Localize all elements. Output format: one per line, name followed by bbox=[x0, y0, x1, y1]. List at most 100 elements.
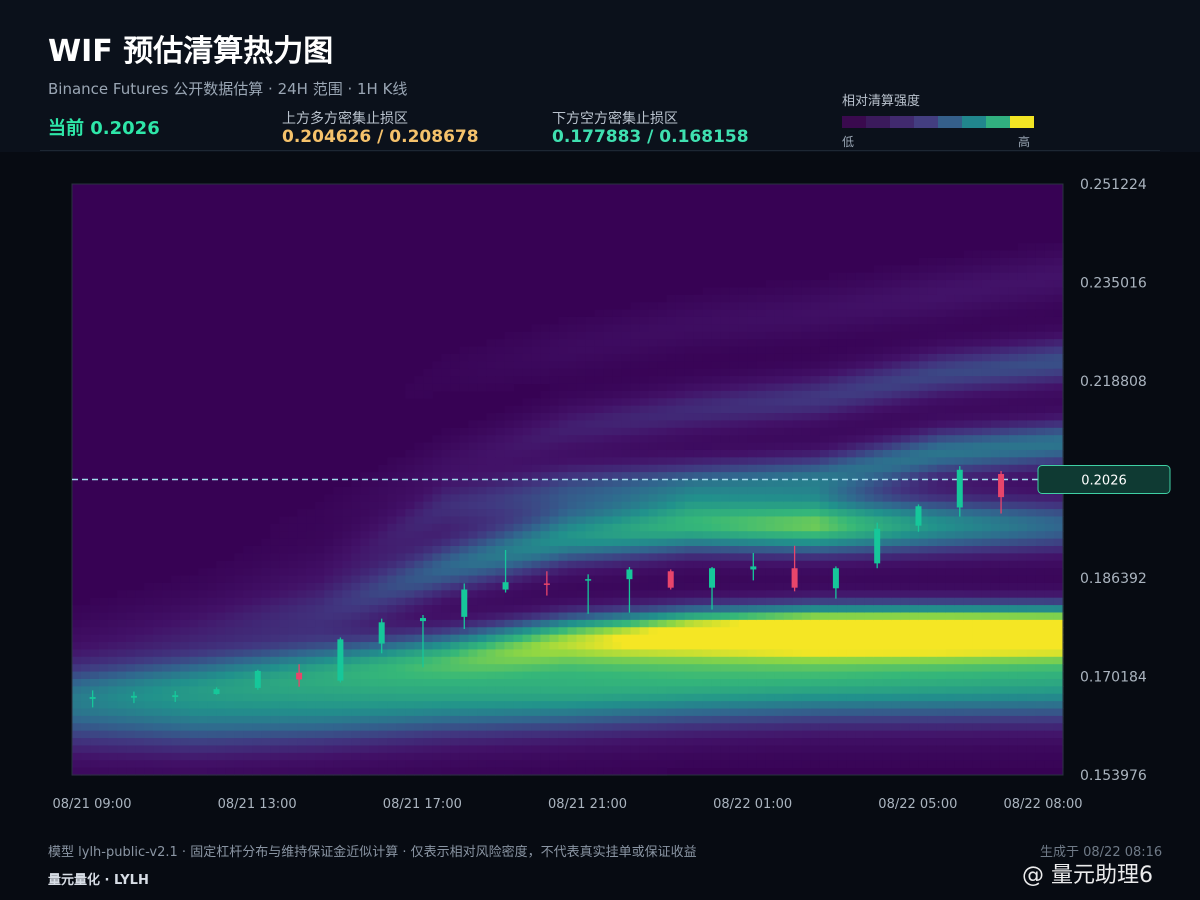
heatmap-cell bbox=[612, 760, 623, 769]
heatmap-cell bbox=[666, 449, 677, 458]
heatmap-cell bbox=[909, 686, 920, 695]
heatmap-cell bbox=[882, 708, 893, 717]
heatmap-cell bbox=[945, 627, 956, 636]
heatmap-cell bbox=[387, 730, 397, 739]
heatmap-cell bbox=[504, 642, 515, 651]
heatmap-cell bbox=[801, 693, 812, 702]
heatmap-cell bbox=[783, 346, 794, 355]
heatmap-cell bbox=[720, 486, 731, 495]
heatmap-cell bbox=[585, 316, 596, 325]
heatmap-cell bbox=[351, 715, 361, 724]
heatmap-cell bbox=[918, 390, 929, 399]
heatmap-cell bbox=[558, 353, 569, 362]
heatmap-cell bbox=[729, 642, 740, 651]
heatmap-cell bbox=[234, 693, 244, 702]
heatmap-cell bbox=[567, 361, 578, 370]
heatmap-cell bbox=[882, 302, 893, 311]
heatmap-cell bbox=[873, 449, 884, 458]
heatmap-cell bbox=[396, 531, 406, 540]
heatmap-cell bbox=[549, 738, 560, 747]
heatmap-cell bbox=[594, 619, 605, 628]
heatmap-cell bbox=[288, 597, 298, 606]
heatmap-cell bbox=[801, 346, 812, 355]
heatmap-cell bbox=[810, 686, 821, 695]
heatmap-cell bbox=[540, 634, 551, 643]
heatmap-cell bbox=[504, 376, 515, 385]
heatmap-cell bbox=[666, 760, 677, 769]
heatmap-cell bbox=[333, 516, 343, 525]
heatmap-cell bbox=[603, 331, 614, 340]
heatmap-cell bbox=[891, 464, 902, 473]
heatmap-cell bbox=[783, 324, 794, 333]
heatmap-cell bbox=[927, 627, 938, 636]
heatmap-cell bbox=[180, 701, 190, 710]
heatmap-cell bbox=[432, 376, 442, 385]
heatmap-cell bbox=[765, 486, 776, 495]
heatmap-cell bbox=[945, 486, 956, 495]
heatmap-cell bbox=[918, 605, 929, 614]
heatmap-cell bbox=[783, 316, 794, 325]
heatmap-cell bbox=[837, 494, 848, 503]
heatmap-cell bbox=[846, 509, 857, 518]
heatmap-cell bbox=[576, 553, 587, 562]
heatmap-cell bbox=[549, 664, 560, 673]
heatmap-cell bbox=[783, 390, 794, 399]
heatmap-cell bbox=[729, 361, 740, 370]
heatmap-cell bbox=[612, 671, 623, 680]
heatmap-cell bbox=[432, 464, 442, 473]
heatmap-cell bbox=[603, 324, 614, 333]
heatmap-cell bbox=[720, 390, 731, 399]
heatmap-cell bbox=[477, 723, 488, 732]
heatmap-cell bbox=[315, 701, 325, 710]
heatmap-cell bbox=[738, 597, 749, 606]
heatmap-cell bbox=[315, 664, 325, 673]
heatmap-cell bbox=[234, 582, 244, 591]
heatmap-cell bbox=[909, 656, 920, 665]
heatmap-cell bbox=[936, 494, 947, 503]
heatmap-cell bbox=[594, 568, 605, 577]
heatmap-cell bbox=[513, 575, 524, 584]
heatmap-cell bbox=[306, 723, 316, 732]
heatmap-cell bbox=[387, 582, 397, 591]
heatmap-cell bbox=[531, 738, 542, 747]
heatmap-cell bbox=[918, 590, 929, 599]
heatmap-cell bbox=[909, 590, 920, 599]
heatmap-cell bbox=[504, 701, 515, 710]
heatmap-cell bbox=[936, 723, 947, 732]
heatmap-cell bbox=[441, 642, 451, 651]
heatmap-cell bbox=[351, 553, 361, 562]
heatmap-cell bbox=[846, 324, 857, 333]
heatmap-cell bbox=[495, 693, 506, 702]
heatmap-cell bbox=[234, 642, 244, 651]
heatmap-cell bbox=[927, 368, 938, 377]
heatmap-cell bbox=[855, 280, 866, 289]
heatmap-cell bbox=[900, 627, 911, 636]
heatmap-cell bbox=[666, 390, 677, 399]
heatmap-cell bbox=[738, 708, 749, 717]
heatmap-cell bbox=[603, 368, 614, 377]
heatmap-cell bbox=[783, 627, 794, 636]
heatmap-cell bbox=[882, 464, 893, 473]
heatmap-cell bbox=[666, 368, 677, 377]
heatmap-cell bbox=[522, 582, 533, 591]
heatmap-cell bbox=[918, 346, 929, 355]
heatmap-cell bbox=[423, 516, 433, 525]
heatmap-cell bbox=[711, 390, 722, 399]
heatmap-cell bbox=[729, 634, 740, 643]
heatmap-cell bbox=[891, 265, 902, 274]
heatmap-cell bbox=[855, 730, 866, 739]
heatmap-cell bbox=[702, 294, 713, 303]
heatmap-cell bbox=[675, 664, 686, 673]
heatmap-cell bbox=[468, 575, 479, 584]
heatmap-cell bbox=[756, 715, 767, 724]
heatmap-cell bbox=[459, 767, 469, 776]
heatmap-cell bbox=[171, 605, 181, 614]
heatmap-cell bbox=[72, 634, 82, 643]
heatmap-cell bbox=[504, 634, 515, 643]
heatmap-cell bbox=[738, 494, 749, 503]
heatmap-cell bbox=[648, 324, 659, 333]
heatmap-cell bbox=[837, 708, 848, 717]
heatmap-cell bbox=[270, 760, 280, 769]
heatmap-cell bbox=[603, 575, 614, 584]
heatmap-cell bbox=[774, 331, 785, 340]
